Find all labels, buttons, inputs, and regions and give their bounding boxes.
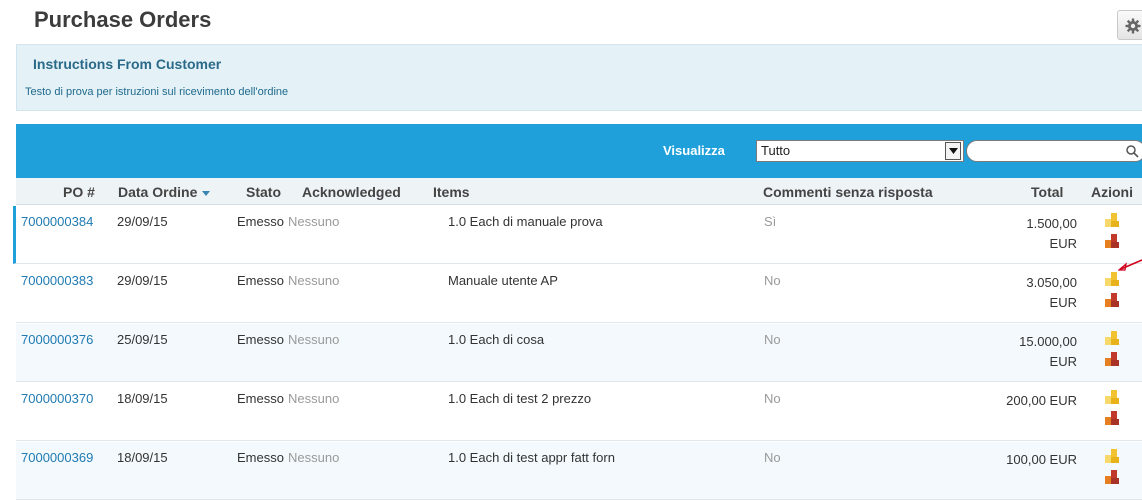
order-date: 25/09/15 [117,332,168,347]
total-amount: 1.500,00 [1026,216,1077,231]
create-invoice-icon[interactable] [1104,212,1120,228]
col-total[interactable]: Total [1031,184,1063,200]
unanswered-comments: No [764,332,781,347]
annotation-arrow-icon [1118,259,1142,271]
col-commenti[interactable]: Commenti senza risposta [763,184,933,200]
settings-button[interactable] [1117,10,1142,40]
total-amount: 200,00 EUR [1006,393,1077,408]
total: 200,00 EUR [977,391,1077,411]
create-credit-icon[interactable] [1104,410,1120,426]
acknowledged: Nessuno [288,391,340,406]
create-invoice-icon[interactable] [1104,271,1120,287]
order-date: 29/09/15 [117,214,168,229]
total: 3.050,00 EUR [997,273,1077,313]
order-date: 18/09/15 [117,450,168,465]
status: Emesso [237,273,284,288]
unanswered-comments: No [764,273,781,288]
instructions-title: Instructions From Customer [33,56,222,72]
unanswered-comments: Sì [764,214,777,229]
status: Emesso [237,214,284,229]
view-label: Visualizza [663,143,725,158]
instructions-text: Testo di prova per istruzioni sul ricevi… [25,86,289,98]
order-date: 29/09/15 [117,273,168,288]
view-filter-value: Tutto [761,143,791,158]
create-credit-icon[interactable] [1104,469,1120,485]
col-acknowledged[interactable]: Acknowledged [302,184,401,200]
create-credit-icon[interactable] [1104,292,1120,308]
create-invoice-icon[interactable] [1104,330,1120,346]
page-title: Purchase Orders [34,7,212,32]
items: 1.0 Each di manuale prova [448,214,603,229]
table-header: PO # Data Ordine Stato Acknowledged Item… [16,178,1142,205]
total-amount: 15.000,00 [1019,334,1077,349]
po-number-link[interactable]: 7000000369 [21,450,93,465]
create-credit-icon[interactable] [1104,233,1120,249]
acknowledged: Nessuno [288,450,340,465]
table-row[interactable]: 7000000383 29/09/15 Emesso Nessuno Manua… [16,265,1142,323]
col-items[interactable]: Items [433,184,470,200]
row-actions [1104,271,1124,313]
create-credit-icon[interactable] [1104,351,1120,367]
items: 1.0 Each di test appr fatt forn [448,450,615,465]
col-data-ordine-label: Data Ordine [118,184,198,200]
gear-icon [1125,18,1141,34]
search-icon[interactable] [1126,145,1139,158]
col-azioni: Azioni [1091,184,1133,200]
row-actions [1104,212,1124,254]
table-row[interactable]: 7000000370 18/09/15 Emesso Nessuno 1.0 E… [16,383,1142,441]
col-stato[interactable]: Stato [246,184,281,200]
total-currency: EUR [1049,295,1077,310]
col-po[interactable]: PO # [63,184,95,200]
sort-desc-icon [202,190,211,196]
status: Emesso [237,332,284,347]
items: Manuale utente AP [448,273,558,288]
total-currency: EUR [1049,354,1077,369]
status: Emesso [237,391,284,406]
status: Emesso [237,450,284,465]
po-number-link[interactable]: 7000000376 [21,332,93,347]
po-number-link[interactable]: 7000000383 [21,273,93,288]
acknowledged: Nessuno [288,273,340,288]
table-toolbar: Visualizza Tutto [16,124,1142,178]
po-number-link[interactable]: 7000000370 [21,391,93,406]
chevron-down-icon[interactable] [945,142,961,160]
customer-instructions-panel: Instructions From Customer Testo di prov… [16,44,1142,111]
search-input[interactable] [966,140,1142,162]
table-row[interactable]: 7000000369 18/09/15 Emesso Nessuno 1.0 E… [16,442,1142,500]
total-currency: EUR [1049,236,1077,251]
total: 1.500,00 EUR [997,214,1077,254]
total-amount: 3.050,00 [1026,275,1077,290]
col-data-ordine[interactable]: Data Ordine [118,184,211,200]
row-actions [1104,448,1124,490]
total: 100,00 EUR [977,450,1077,470]
unanswered-comments: No [764,391,781,406]
table-row[interactable]: 7000000376 25/09/15 Emesso Nessuno 1.0 E… [16,324,1142,382]
table-row[interactable]: 7000000384 29/09/15 Emesso Nessuno 1.0 E… [13,206,1142,264]
po-number-link[interactable]: 7000000384 [21,214,93,229]
create-invoice-icon[interactable] [1104,448,1120,464]
unanswered-comments: No [764,450,781,465]
items: 1.0 Each di test 2 prezzo [448,391,592,406]
items: 1.0 Each di cosa [448,332,545,347]
acknowledged: Nessuno [288,332,340,347]
view-filter-select[interactable]: Tutto [756,140,964,162]
row-actions [1104,389,1124,431]
create-invoice-icon[interactable] [1104,389,1120,405]
order-date: 18/09/15 [117,391,168,406]
total: 15.000,00 EUR [997,332,1077,372]
row-actions [1104,330,1124,372]
acknowledged: Nessuno [288,214,340,229]
total-amount: 100,00 EUR [1006,452,1077,467]
